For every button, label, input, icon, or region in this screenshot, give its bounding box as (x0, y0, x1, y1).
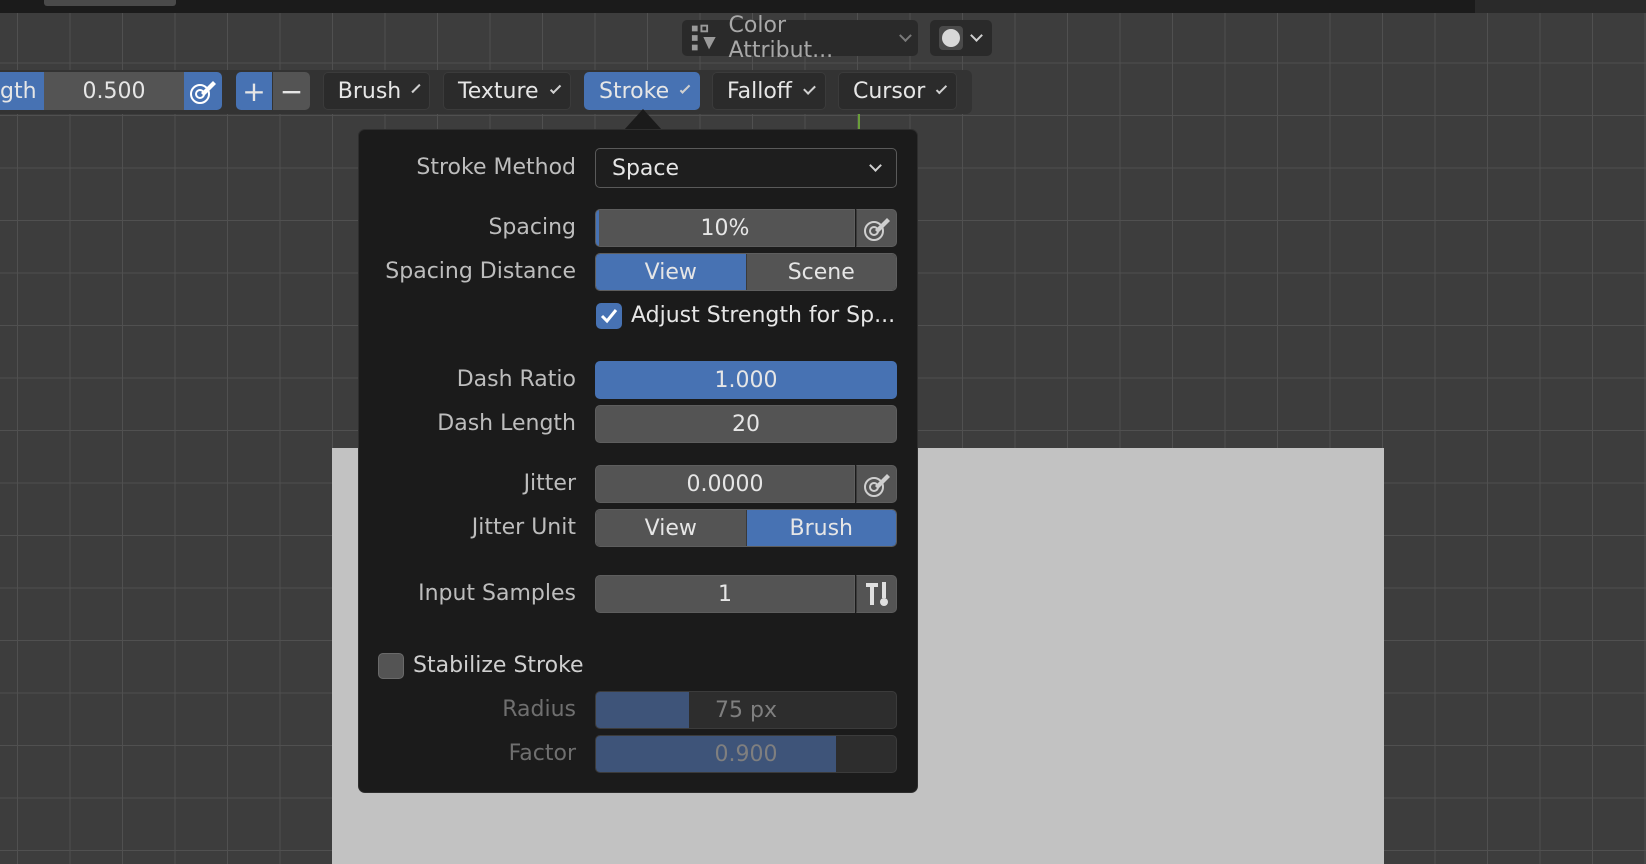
jitter-value: 0.0000 (686, 471, 764, 497)
pen-pressure-icon (863, 218, 890, 241)
texture-menu-label: Texture (458, 78, 539, 104)
stroke-method-label: Stroke Method (416, 155, 576, 180)
color-attribute-icon (691, 24, 716, 51)
popup-pointer (624, 109, 662, 130)
chevron-down-icon (411, 83, 421, 94)
top-strip-right (1475, 0, 1646, 13)
plus-icon: + (242, 74, 266, 108)
stroke-method-dropdown[interactable]: Space (595, 148, 897, 188)
spacing-value: 10% (700, 215, 750, 241)
chevron-down-icon (936, 82, 948, 95)
spacing-pressure-toggle[interactable] (856, 209, 897, 247)
falloff-menu-label: Falloff (727, 78, 792, 104)
factor-value: 0.900 (714, 741, 778, 767)
falloff-menu[interactable]: Falloff (712, 72, 826, 110)
cursor-menu-label: Cursor (853, 78, 926, 104)
jitter-pressure-toggle[interactable] (856, 465, 897, 503)
factor-slider[interactable]: 0.900 (595, 735, 897, 773)
dash-ratio-slider[interactable]: 1.000 (595, 361, 897, 399)
color-attribute-dropdown[interactable]: Color Attribut... (682, 13, 918, 63)
center-guide-line (858, 112, 860, 130)
brush-menu-label: Brush (337, 78, 402, 104)
spacing-label: Spacing (488, 215, 576, 240)
spacing-fill (596, 210, 599, 246)
stabilize-stroke-label: Stabilize Stroke (413, 653, 584, 678)
pen-pressure-icon (863, 474, 890, 497)
adjust-strength-label: Adjust Strength for Sp... (631, 303, 896, 328)
texture-menu[interactable]: Texture (443, 72, 571, 110)
jitter-unit-view-option[interactable]: View (596, 510, 746, 546)
chevron-down-icon (869, 159, 882, 172)
strength-pressure-toggle[interactable] (184, 72, 222, 110)
input-samples-field[interactable]: 1 (595, 575, 855, 613)
subtract-mode-button[interactable]: − (273, 72, 310, 110)
chevron-down-icon (679, 83, 691, 94)
jitter-unit-toggle: View Brush (595, 509, 897, 547)
dash-length-field[interactable]: 20 (595, 405, 897, 443)
chevron-down-icon (970, 29, 983, 42)
radius-label: Radius (502, 697, 576, 722)
add-mode-button[interactable]: + (236, 72, 272, 110)
jitter-label: Jitter (523, 471, 576, 496)
radius-value: 75 px (715, 697, 777, 723)
spacing-distance-label: Spacing Distance (385, 259, 576, 284)
dash-length-value: 20 (732, 411, 760, 437)
chevron-down-icon (549, 82, 562, 95)
brush-tools-icon (865, 582, 888, 606)
jitter-slider[interactable]: 0.0000 (595, 465, 855, 503)
dash-ratio-label: Dash Ratio (456, 367, 576, 392)
adjust-strength-checkbox[interactable] (596, 303, 622, 329)
factor-label: Factor (508, 741, 576, 766)
strength-value-field[interactable]: 0.500 (44, 72, 184, 110)
chevron-down-icon (899, 29, 912, 42)
jitter-unit-brush-option[interactable]: Brush (745, 510, 896, 546)
minus-icon: − (279, 74, 304, 108)
cursor-menu[interactable]: Cursor (838, 72, 957, 110)
radius-slider[interactable]: 75 px (595, 691, 897, 729)
stabilize-stroke-checkbox[interactable] (378, 653, 404, 679)
dash-ratio-value: 1.000 (714, 367, 778, 393)
top-menu-strip (0, 0, 1646, 13)
color-attribute-label: Color Attribut... (728, 13, 834, 63)
strength-label: gth (0, 78, 37, 104)
strength-slider-label[interactable]: gth (0, 72, 44, 110)
chevron-down-icon (803, 82, 816, 95)
spacing-distance-view-option[interactable]: View (596, 254, 746, 290)
input-samples-label: Input Samples (418, 581, 576, 606)
sphere-icon (939, 26, 963, 50)
input-samples-preset-button[interactable] (856, 575, 897, 613)
pen-pressure-icon (190, 81, 216, 104)
brush-menu[interactable]: Brush (323, 72, 430, 110)
checkmark-icon (600, 309, 618, 324)
shading-dropdown[interactable] (930, 20, 992, 56)
stroke-menu-label: Stroke (599, 78, 670, 104)
stroke-method-value: Space (612, 155, 680, 181)
active-workspace-tab[interactable] (44, 0, 176, 6)
dash-length-label: Dash Length (437, 411, 576, 436)
spacing-distance-scene-option[interactable]: Scene (745, 254, 896, 290)
spacing-slider[interactable]: 10% (595, 209, 855, 247)
spacing-distance-toggle: View Scene (595, 253, 897, 291)
stroke-menu[interactable]: Stroke (584, 72, 700, 110)
jitter-unit-label: Jitter Unit (471, 515, 576, 540)
input-samples-value: 1 (718, 581, 732, 607)
strength-value: 0.500 (82, 78, 146, 104)
